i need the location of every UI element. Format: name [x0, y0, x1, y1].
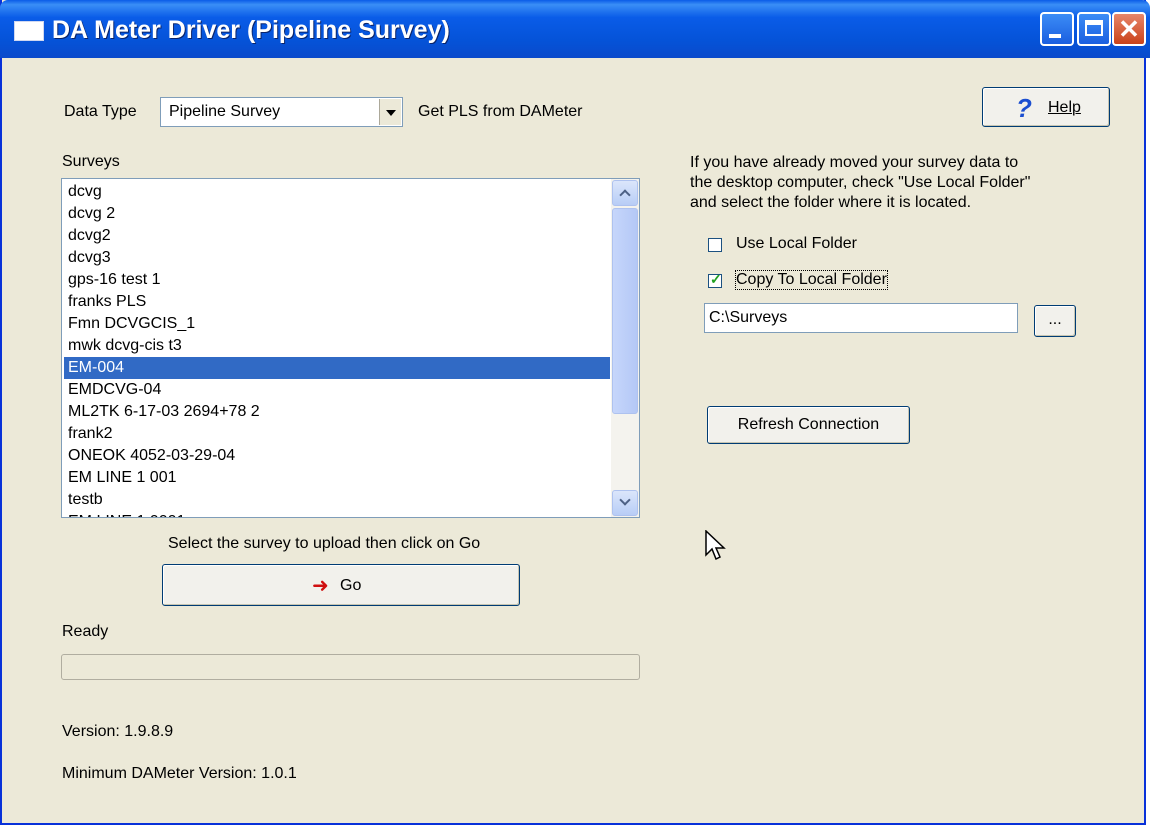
- chevron-down-icon[interactable]: [379, 99, 401, 125]
- survey-list-item[interactable]: EM LINE 1 001: [64, 467, 610, 489]
- refresh-connection-button[interactable]: Refresh Connection: [707, 406, 910, 444]
- survey-list-item[interactable]: dcvg3: [64, 247, 610, 269]
- survey-list-item[interactable]: gps-16 test 1: [64, 269, 610, 291]
- upload-instruction: Select the survey to upload then click o…: [168, 535, 481, 552]
- help-label: Help: [1048, 99, 1081, 116]
- survey-list-item[interactable]: dcvg: [64, 181, 610, 203]
- data-type-select[interactable]: Pipeline Survey: [160, 97, 403, 127]
- mouse-cursor-icon: [705, 529, 727, 564]
- question-icon: ?: [1016, 93, 1032, 123]
- scroll-up-arrow-icon[interactable]: [612, 180, 638, 206]
- survey-list-item[interactable]: dcvg 2: [64, 203, 610, 225]
- checkmark-icon: ✓: [710, 271, 722, 287]
- survey-list-item[interactable]: ML2TK 6-17-03 2694+78 2: [64, 401, 610, 423]
- survey-list-item[interactable]: testb: [64, 489, 610, 511]
- scroll-down-arrow-icon[interactable]: [612, 490, 638, 516]
- copy-to-local-folder-checkbox[interactable]: ✓: [708, 271, 722, 288]
- title-bar[interactable]: DA Meter Driver (Pipeline Survey) ✕: [0, 0, 1150, 58]
- maximize-button[interactable]: [1077, 12, 1111, 46]
- use-local-folder-label[interactable]: Use Local Folder: [736, 235, 857, 253]
- survey-list-item[interactable]: EM-004: [64, 357, 610, 379]
- maximize-icon: [1085, 20, 1103, 36]
- window-title: DA Meter Driver (Pipeline Survey): [52, 16, 450, 44]
- app-icon: [14, 21, 44, 41]
- data-type-value: Pipeline Survey: [169, 103, 281, 120]
- help-button[interactable]: ? Help: [982, 87, 1110, 127]
- surveys-label: Surveys: [62, 153, 120, 170]
- survey-list-item[interactable]: EMDCVG-04: [64, 379, 610, 401]
- survey-list-item[interactable]: Fmn DCVGCIS_1: [64, 313, 610, 335]
- survey-list-item[interactable]: franks PLS: [64, 291, 610, 313]
- status-text: Ready: [62, 623, 109, 640]
- info-line-2: the desktop computer, check "Use Local F…: [690, 174, 1031, 191]
- survey-list-item[interactable]: mwk dcvg-cis t3: [64, 335, 610, 357]
- scroll-thumb[interactable]: [612, 208, 638, 414]
- surveys-listbox[interactable]: dcvg dcvg 2 dcvg2 dcvg3 gps-16 test 1 franks …: [61, 178, 640, 518]
- use-local-folder-checkbox[interactable]: [708, 238, 722, 252]
- vertical-scrollbar[interactable]: [611, 179, 639, 517]
- folder-path-field[interactable]: C:\Surveys: [704, 303, 1018, 333]
- arrow-right-icon: ➜: [312, 575, 329, 597]
- survey-list-item[interactable]: ONEOK 4052-03-29-04: [64, 445, 610, 467]
- minimize-button[interactable]: [1040, 12, 1074, 46]
- copy-to-local-folder-label[interactable]: Copy To Local Folder: [735, 270, 888, 290]
- close-icon: ✕: [1118, 14, 1140, 44]
- get-pls-label: Get PLS from DAMeter: [418, 103, 583, 120]
- version-text: Version: 1.9.8.9: [62, 723, 174, 740]
- minimize-icon: [1049, 34, 1061, 38]
- browse-button[interactable]: ...: [1034, 305, 1076, 337]
- survey-list-item[interactable]: frank2: [64, 423, 610, 445]
- cursor-arrow-icon: [705, 529, 726, 561]
- go-label: Go: [340, 577, 362, 594]
- info-line-1: If you have already moved your survey da…: [690, 154, 1019, 171]
- survey-list-item[interactable]: EM LINE 1 0001: [64, 511, 610, 517]
- min-version-text: Minimum DAMeter Version: 1.0.1: [62, 765, 297, 782]
- close-button[interactable]: ✕: [1112, 12, 1146, 46]
- local-folder-info: If you have already moved your survey da…: [690, 153, 1030, 213]
- data-type-label: Data Type: [64, 103, 137, 120]
- info-line-3: and select the folder where it is locate…: [690, 194, 972, 211]
- upload-progress-bar: [61, 654, 640, 680]
- survey-list-item[interactable]: dcvg2: [64, 225, 610, 247]
- go-button[interactable]: ➜ Go: [162, 564, 520, 606]
